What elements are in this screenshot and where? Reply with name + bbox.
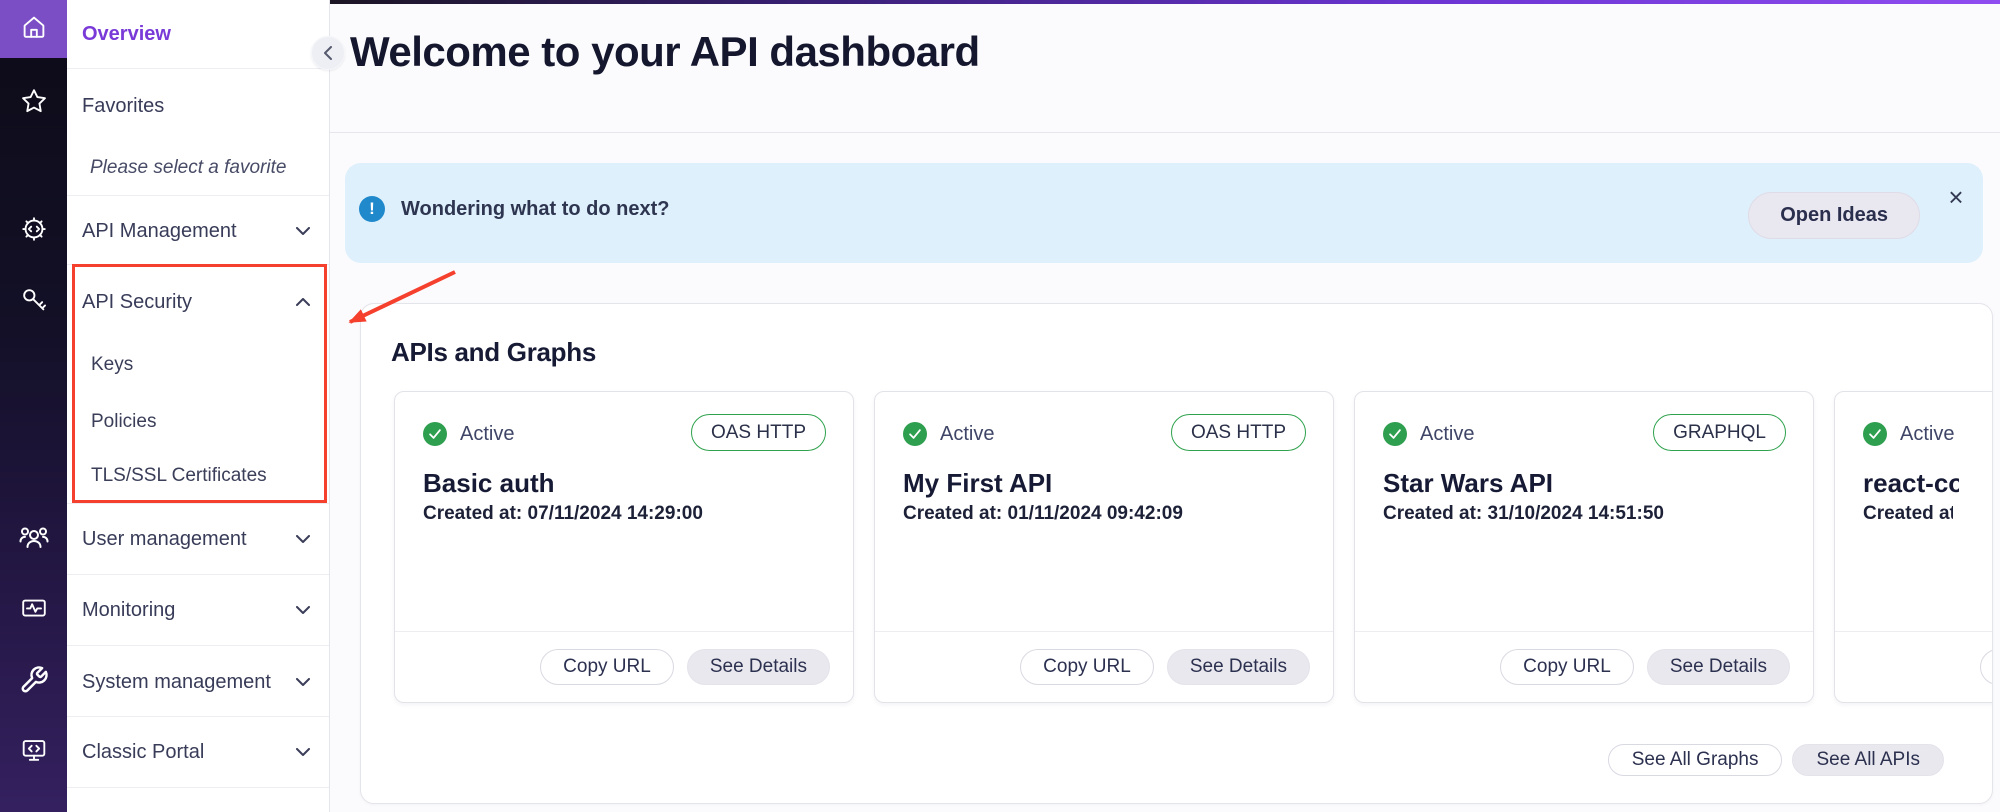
api-card-created-at: Created at: 31/10/2024 14:51:50 [1383,503,1664,525]
see-details-button[interactable]: See Details [687,649,830,685]
section-title: APIs and Graphs [391,337,596,368]
info-icon: ! [359,196,385,222]
copy-url-button[interactable]: Copy URL [540,649,674,685]
api-card-title: Star Wars API [1383,468,1553,499]
sidebar-item-favorites[interactable]: Favorites [67,92,329,120]
copy-url-button[interactable]: Copy URL [1020,649,1154,685]
card-footer: Copy URL See Details [875,631,1333,702]
card-footer: Copy URL See Details [1835,631,1993,702]
sidebar: Overview Favorites Please select a favor… [67,0,330,812]
sidebar-item-user-management[interactable]: User management [67,525,329,553]
rail-item-api-management[interactable] [0,216,67,246]
star-icon [19,86,49,121]
divider [67,503,329,504]
check-circle-icon [1863,422,1887,446]
page-title: Welcome to your API dashboard [350,28,980,76]
api-card-my-first-api: Active OAS HTTP My First API Created at:… [874,391,1334,703]
status-badge: Active [903,422,994,446]
chevron-down-icon[interactable] [296,525,312,553]
api-card-created-at: Created at: 01/11/2024 09:42:09 [903,503,1183,525]
api-card-title: Basic auth [423,468,555,499]
divider [67,716,329,717]
see-details-button[interactable]: See Details [1167,649,1310,685]
api-card-created-at: Created at: [1863,503,1953,525]
api-card-basic-auth: Active OAS HTTP Basic auth Created at: 0… [394,391,854,703]
copy-url-button[interactable]: Copy URL [1500,649,1634,685]
card-footer: Copy URL See Details [1355,631,1813,702]
chevron-down-icon[interactable] [296,217,312,245]
status-badge: Active [423,422,514,446]
sidebar-item-monitoring[interactable]: Monitoring [67,596,329,624]
see-details-button[interactable]: See Details [1647,649,1790,685]
check-circle-icon [903,422,927,446]
divider [67,195,329,196]
status-badge: Active [1383,422,1474,446]
divider [67,645,329,646]
chevron-down-icon[interactable] [296,738,312,766]
rail-item-home[interactable] [0,14,67,44]
gear-code-icon [19,214,49,249]
status-label: Active [1900,422,1954,446]
rail-item-monitoring[interactable] [0,595,67,625]
sidebar-item-tls-ssl-certificates[interactable]: TLS/SSL Certificates [67,462,329,490]
top-accent-bar [330,0,2000,4]
chevron-left-icon [323,46,333,60]
divider [67,264,329,265]
api-card-list: Active OAS HTTP Basic auth Created at: 0… [394,391,1993,703]
chevron-up-icon[interactable] [296,288,312,316]
rail-item-classic-portal[interactable] [0,737,67,767]
divider [67,787,329,788]
sidebar-item-api-security[interactable]: API Security [67,288,329,316]
banner-message: Wondering what to do next? [401,198,670,221]
divider [330,132,2000,133]
monitor-code-icon [19,735,49,770]
see-all-apis-button[interactable]: See All APIs [1792,744,1944,776]
icon-rail [0,0,67,812]
sidebar-item-system-management[interactable]: System management [67,668,329,696]
sidebar-item-classic-portal[interactable]: Classic Portal [67,738,329,766]
api-card-title: My First API [903,468,1052,499]
apis-and-graphs-section: APIs and Graphs Active OAS HTTP Basic au… [360,303,1993,804]
sidebar-item-keys[interactable]: Keys [67,351,329,379]
api-type-badge: OAS HTTP [1171,414,1306,451]
check-circle-icon [1383,422,1407,446]
status-label: Active [1420,422,1474,446]
users-icon [18,521,50,558]
status-badge: Active [1863,422,1954,446]
api-card-created-at: Created at: 07/11/2024 14:29:00 [423,503,703,525]
rail-item-user-management[interactable] [0,524,67,554]
wrench-icon [19,665,49,700]
rail-item-system-management[interactable] [0,667,67,697]
sidebar-collapse-button[interactable] [311,36,345,70]
sidebar-item-overview[interactable]: Overview [67,20,329,48]
api-card-star-wars-api: Active GRAPHQL Star Wars API Created at:… [1354,391,1814,703]
rail-item-favorites[interactable] [0,88,67,118]
info-banner: ! Wondering what to do next? Open Ideas … [345,163,1983,263]
see-all-actions: See All Graphs See All APIs [1608,744,1944,776]
chevron-down-icon[interactable] [296,668,312,696]
check-circle-icon [423,422,447,446]
status-label: Active [940,422,994,446]
close-icon[interactable]: × [1943,184,1969,210]
api-type-badge: GRAPHQL [1653,414,1786,451]
card-footer: Copy URL See Details [395,631,853,702]
page: Overview Favorites Please select a favor… [0,0,2000,812]
favorites-empty-hint: Please select a favorite [67,154,329,182]
sidebar-item-policies[interactable]: Policies [67,408,329,436]
sidebar-item-api-management[interactable]: API Management [67,217,329,245]
key-icon [19,285,49,320]
see-all-graphs-button[interactable]: See All Graphs [1608,744,1783,776]
divider [67,68,329,69]
api-card-react-co: Active react-co Created at: Copy URL See… [1834,391,1993,703]
open-ideas-button[interactable]: Open Ideas [1748,192,1920,239]
api-type-badge: OAS HTTP [691,414,826,451]
api-card-title: react-co [1863,468,1959,499]
monitor-pulse-icon [19,593,49,628]
chevron-down-icon[interactable] [296,596,312,624]
status-label: Active [460,422,514,446]
rail-item-api-security[interactable] [0,287,67,317]
copy-url-button[interactable]: Copy URL [1980,649,1993,685]
home-icon [19,12,49,47]
divider [67,574,329,575]
